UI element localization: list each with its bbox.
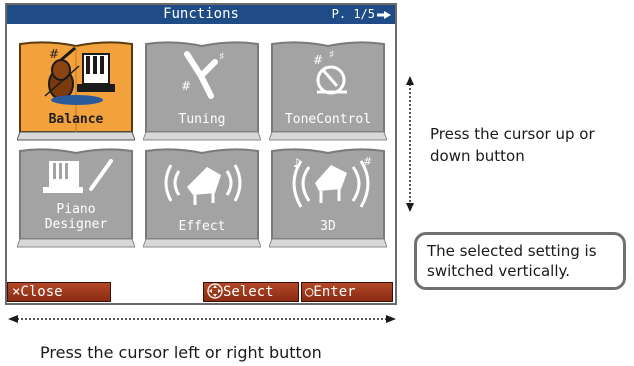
violin-piano-icon: #: [44, 46, 115, 105]
tile-effect[interactable]: Effect: [143, 147, 261, 251]
horizontal-double-arrow: [8, 315, 396, 323]
callout-line2: switched vertically.: [427, 262, 571, 280]
vertical-note-line2: down button: [430, 147, 525, 165]
functions-screen: Functions P. 1/5 # Balance # ♯ Tuning # …: [5, 3, 397, 305]
select-label: Select: [223, 284, 274, 300]
close-button[interactable]: ×Close: [7, 282, 111, 302]
svg-text:♯: ♯: [329, 48, 334, 61]
enter-button[interactable]: ○Enter: [301, 282, 393, 302]
tile-tone-control[interactable]: # ♯ ToneControl: [269, 40, 387, 144]
tile-label: Tuning: [178, 112, 226, 127]
svg-text:♪: ♪: [293, 156, 301, 170]
callout-line1: The selected setting is: [427, 242, 597, 260]
svg-text:#: #: [363, 155, 372, 168]
tile-3d[interactable]: ♪ # 3D: [269, 147, 387, 251]
cursor-pad-icon: [207, 283, 223, 299]
horizontal-note: Press the cursor left or right button: [40, 343, 322, 362]
svg-text:♯: ♯: [219, 50, 224, 63]
tone-control-icon: # ♯: [313, 48, 347, 95]
right-arrow-icon: [377, 11, 391, 19]
tile-label: Balance: [48, 112, 104, 127]
tile-piano-designer[interactable]: Piano Designer: [17, 147, 135, 251]
piano-effect-icon: [164, 164, 242, 205]
svg-text:#: #: [181, 79, 191, 93]
tuning-fork-icon: # ♯: [181, 50, 224, 99]
svg-text:#: #: [313, 53, 323, 67]
svg-text:#: #: [49, 47, 59, 61]
grand-piano-3d-icon: ♪ #: [292, 155, 372, 208]
tile-label: 3D: [320, 219, 336, 234]
tile-label: Effect: [178, 219, 226, 234]
status-bar: ×Close Select ○Enter: [7, 281, 395, 303]
tile-balance[interactable]: # Balance: [17, 40, 135, 144]
select-button[interactable]: Select: [203, 282, 299, 302]
tile-label-line1: Piano: [56, 202, 96, 217]
vertical-double-arrow: [406, 76, 414, 212]
vertical-note-line1: Press the cursor up or: [430, 125, 595, 143]
tile-tuning[interactable]: # ♯ Tuning: [143, 40, 261, 144]
info-callout: The selected setting is switched vertica…: [414, 232, 626, 290]
tile-label: ToneControl: [284, 112, 372, 127]
title-bar: Functions P. 1/5: [7, 5, 395, 24]
page-indicator: P. 1/5: [331, 7, 375, 21]
tile-label-line2: Designer: [44, 217, 108, 232]
